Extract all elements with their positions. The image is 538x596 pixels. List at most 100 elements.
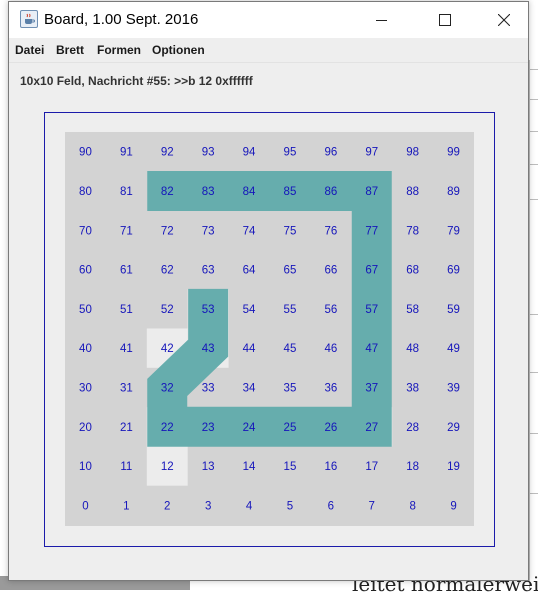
board-cell-number[interactable]: 4 [246,500,253,512]
board-cell-number[interactable]: 90 [79,147,92,159]
board-cell-number[interactable]: 75 [284,225,297,237]
board-cell-number[interactable]: 70 [79,225,92,237]
board-cell-number[interactable]: 29 [447,422,460,434]
board-cell-number[interactable]: 9 [450,500,456,512]
board-cell-number[interactable]: 54 [243,304,256,316]
board-cell-number[interactable]: 40 [79,343,92,355]
board-cell-number[interactable]: 94 [243,147,256,159]
close-button[interactable] [481,2,527,38]
board-cell-number[interactable]: 80 [79,186,92,198]
board-cell-number[interactable]: 48 [406,343,419,355]
board-cell-number[interactable]: 57 [365,304,378,316]
board-cell-number[interactable]: 19 [447,461,460,473]
menu-datei[interactable]: Datei [15,43,44,57]
board-cell-number[interactable]: 45 [284,343,297,355]
board-cell-number[interactable]: 87 [365,186,378,198]
board-cell-number[interactable]: 66 [324,265,337,277]
title-bar[interactable]: Board, 1.00 Sept. 2016 [9,2,528,38]
board-cell-number[interactable]: 34 [243,382,256,394]
board-cell-number[interactable]: 51 [120,304,133,316]
board-cell-number[interactable]: 33 [202,382,215,394]
board-cell-number[interactable]: 3 [205,500,211,512]
board-cell-number[interactable]: 23 [202,422,215,434]
board-cell-number[interactable]: 59 [447,304,460,316]
board-cell-number[interactable]: 83 [202,186,215,198]
board-cell-number[interactable]: 58 [406,304,419,316]
board-cell-number[interactable]: 97 [365,147,378,159]
board-cell-number[interactable]: 86 [324,186,337,198]
board-cell-number[interactable]: 37 [365,382,378,394]
board-cell-number[interactable]: 43 [202,343,215,355]
board-cell-number[interactable]: 16 [324,461,337,473]
board-cell-number[interactable]: 17 [365,461,378,473]
menu-formen[interactable]: Formen [97,43,141,57]
board-cell-number[interactable]: 56 [324,304,337,316]
board-cell-number[interactable]: 62 [161,265,174,277]
board-cell-number[interactable]: 95 [284,147,297,159]
board-cell-number[interactable]: 24 [243,422,256,434]
board-cell-number[interactable]: 82 [161,186,174,198]
board-cell-number[interactable]: 2 [164,500,170,512]
board-canvas[interactable]: 90 91 92 93 94 95 96 97 98 9980 81 82 83 84 85 86 87 88 89… [65,132,474,526]
board-cell-number[interactable]: 32 [161,382,174,394]
board-cell-number[interactable]: 44 [243,343,256,355]
board-cell-number[interactable]: 10 [79,461,92,473]
board-cell-number[interactable]: 20 [79,422,92,434]
board-cell-number[interactable]: 46 [324,343,337,355]
board-cell-number[interactable]: 35 [284,382,297,394]
board-cell-number[interactable]: 72 [161,225,174,237]
board-cell-number[interactable]: 99 [447,147,460,159]
board-cell-number[interactable]: 96 [324,147,337,159]
board-cell-number[interactable]: 41 [120,343,133,355]
board-cell-number[interactable]: 92 [161,147,174,159]
board-cell-number[interactable]: 12 [161,461,174,473]
board-cell-number[interactable]: 91 [120,147,133,159]
board-cell-number[interactable]: 6 [328,500,334,512]
board-cell-number[interactable]: 74 [243,225,256,237]
board-cell-number[interactable]: 18 [406,461,419,473]
board-cell-number[interactable]: 68 [406,265,419,277]
board-cell-number[interactable]: 89 [447,186,460,198]
board-cell-number[interactable]: 81 [120,186,133,198]
board-cell-number[interactable]: 11 [120,461,132,473]
board-cell-number[interactable]: 93 [202,147,215,159]
board-cell-number[interactable]: 55 [284,304,297,316]
board-cell-number[interactable]: 78 [406,225,419,237]
board-cell-number[interactable]: 49 [447,343,460,355]
board-cell-number[interactable]: 22 [161,422,174,434]
board-cell-number[interactable]: 50 [79,304,92,316]
board-cell-number[interactable]: 98 [406,147,419,159]
board-cell-number[interactable]: 73 [202,225,215,237]
board-cell-number[interactable]: 63 [202,265,215,277]
board-cell-number[interactable]: 15 [284,461,297,473]
board-cell-number[interactable]: 53 [202,304,215,316]
board-cell-number[interactable]: 69 [447,265,460,277]
board-cell-number[interactable]: 52 [161,304,174,316]
board-cell-number[interactable]: 26 [324,422,337,434]
board-cell-number[interactable]: 64 [243,265,256,277]
board-cell-number[interactable]: 47 [365,343,378,355]
board-cell-number[interactable]: 60 [79,265,92,277]
board-cell-number[interactable]: 67 [365,265,378,277]
maximize-button[interactable] [422,2,468,38]
board-cell-number[interactable]: 42 [161,343,174,355]
board-grid[interactable]: 90 91 92 93 94 95 96 97 98 99 80 81 82 83 84 85 86 87 88 89… [65,132,474,526]
board-cell-number[interactable]: 76 [324,225,337,237]
board-cell-number[interactable]: 5 [287,500,293,512]
board-cell-number[interactable]: 14 [243,461,256,473]
board-cell-number[interactable]: 77 [365,225,378,237]
board-cell-number[interactable]: 13 [202,461,215,473]
board-cell-number[interactable]: 27 [365,422,378,434]
board-cell-number[interactable]: 25 [284,422,297,434]
menu-optionen[interactable]: Optionen [152,43,205,57]
board-cell-number[interactable]: 61 [120,265,133,277]
board-cell-number[interactable]: 30 [79,382,92,394]
board-cell-number[interactable]: 1 [123,500,129,512]
board-cell-number[interactable]: 21 [120,422,133,434]
board-cell-number[interactable]: 79 [447,225,460,237]
board-cell-number[interactable]: 88 [406,186,419,198]
board-cell-number[interactable]: 38 [406,382,419,394]
board-cell-number[interactable]: 7 [369,500,375,512]
board-cell-number[interactable]: 28 [406,422,419,434]
menu-brett[interactable]: Brett [56,43,84,57]
